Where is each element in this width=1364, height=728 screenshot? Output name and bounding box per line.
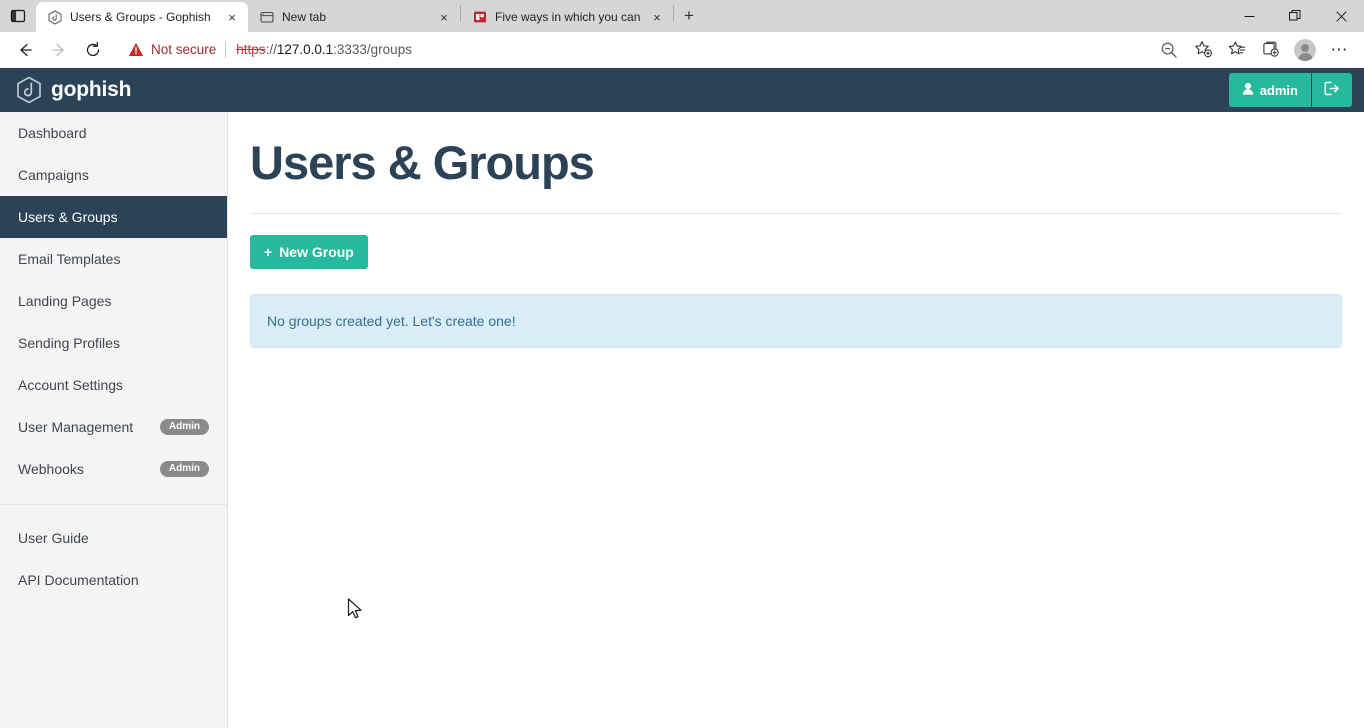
empty-state-alert: No groups created yet. Let's create one! [250, 294, 1342, 349]
tab-title: Five ways in which you can comb [495, 10, 641, 24]
sidebar-item-label: Users & Groups [18, 209, 118, 225]
admin-badge: Admin [159, 461, 209, 477]
sidebar-item-label: Webhooks [18, 461, 84, 477]
tab-strip: Users & Groups - Gophish × New tab × Fiv… [0, 0, 1364, 32]
sidebar-item-label: User Guide [18, 530, 89, 546]
forward-arrow-icon [42, 35, 76, 65]
user-controls: admin [1228, 73, 1352, 107]
browser-tab-powerpoint[interactable]: Five ways in which you can comb × [461, 2, 673, 32]
sidebar-item-sending-profiles[interactable]: Sending Profiles [0, 322, 227, 364]
security-status-label: Not secure [151, 42, 217, 57]
browser-tab-active[interactable]: Users & Groups - Gophish × [36, 2, 248, 32]
sidebar-item-users-groups[interactable]: Users & Groups [0, 196, 227, 238]
title-divider [250, 213, 1342, 215]
brand-logo[interactable]: gophish [16, 76, 131, 105]
sidebar-item-webhooks[interactable]: Webhooks Admin [0, 448, 227, 490]
sign-out-icon [1324, 81, 1340, 99]
page-viewport: gophish admin Dashboard Campaigns Users … [0, 68, 1364, 728]
new-group-button[interactable]: + New Group [250, 235, 368, 270]
warning-triangle-icon [128, 42, 144, 57]
window-restore-button[interactable] [1272, 0, 1318, 32]
sidebar-item-label: Email Templates [18, 251, 121, 267]
sidebar-item-campaigns[interactable]: Campaigns [0, 154, 227, 196]
logout-button[interactable] [1311, 73, 1352, 107]
address-bar[interactable]: Not secure https://127.0.0.1:3333/groups [116, 35, 1146, 64]
sidebar-item-user-guide[interactable]: User Guide [0, 517, 227, 559]
sidebar-item-email-templates[interactable]: Email Templates [0, 238, 227, 280]
sidebar-item-label: Campaigns [18, 167, 89, 183]
favorites-icon[interactable] [1220, 35, 1254, 65]
tab-title: New tab [282, 10, 327, 24]
window-close-button[interactable] [1318, 0, 1364, 32]
sidebar-divider [0, 504, 227, 505]
window-minimize-button[interactable] [1226, 0, 1272, 32]
add-favorite-icon[interactable] [1186, 35, 1220, 65]
tab-title: Users & Groups - Gophish [70, 10, 211, 24]
main-content: Users & Groups + New Group No groups cre… [228, 112, 1364, 728]
zoom-out-icon[interactable] [1152, 35, 1186, 65]
plus-icon: + [264, 244, 273, 261]
page-body: Dashboard Campaigns Users & Groups Email… [0, 112, 1364, 728]
browser-window: Users & Groups - Gophish × New tab × Fiv… [0, 0, 1364, 728]
sidebar-item-account-settings[interactable]: Account Settings [0, 364, 227, 406]
sidebar-item-dashboard[interactable]: Dashboard [0, 112, 227, 154]
url-path: :3333/groups [333, 42, 412, 57]
profile-avatar-icon[interactable] [1288, 35, 1322, 65]
back-arrow-icon[interactable] [8, 35, 42, 65]
sidebar-item-label: Landing Pages [18, 293, 112, 309]
sidebar: Dashboard Campaigns Users & Groups Email… [0, 112, 228, 728]
tab-close-icon[interactable]: × [223, 8, 241, 26]
sidebar-item-api-documentation[interactable]: API Documentation [0, 559, 227, 601]
powerpoint-icon [472, 9, 488, 25]
browser-toolbar: Not secure https://127.0.0.1:3333/groups [0, 32, 1364, 68]
tab-close-icon[interactable]: × [648, 8, 666, 26]
sidebar-item-label: Dashboard [18, 125, 87, 141]
collections-icon[interactable] [1254, 35, 1288, 65]
settings-more-icon[interactable]: ⋯ [1322, 35, 1356, 65]
brand-name: gophish [51, 78, 132, 101]
url-scheme: https [236, 42, 266, 57]
admin-user-label: admin [1259, 82, 1298, 98]
url-host: 127.0.0.1 [276, 42, 334, 57]
gophish-hexagon-logo-icon [16, 76, 42, 105]
sidebar-item-landing-pages[interactable]: Landing Pages [0, 280, 227, 322]
sidebar-item-label: API Documentation [18, 572, 139, 588]
sidebar-primary-nav: Dashboard Campaigns Users & Groups Email… [0, 112, 227, 490]
tab-sidebar-toggle-icon[interactable] [0, 0, 36, 32]
sidebar-item-label: Account Settings [18, 377, 124, 393]
sidebar-item-label: User Management [18, 419, 134, 435]
admin-badge: Admin [159, 419, 209, 435]
new-tab-icon [259, 9, 275, 25]
url-text: https://127.0.0.1:3333/groups [236, 42, 412, 57]
sidebar-footer-nav: User Guide API Documentation [0, 517, 227, 601]
sidebar-item-user-management[interactable]: User Management Admin [0, 406, 227, 448]
sidebar-item-label: Sending Profiles [18, 335, 120, 351]
tab-close-icon[interactable]: × [435, 8, 453, 26]
new-tab-button[interactable]: + [674, 2, 704, 30]
browser-tab-newtab[interactable]: New tab × [248, 2, 460, 32]
new-group-button-label: New Group [279, 244, 354, 261]
page-title: Users & Groups [250, 136, 595, 189]
user-icon [1242, 82, 1254, 98]
reload-icon[interactable] [76, 35, 110, 65]
gophish-hexagon-icon [47, 9, 63, 25]
url-separator: :// [265, 42, 277, 57]
admin-user-button[interactable]: admin [1228, 73, 1311, 107]
app-header: gophish admin [0, 68, 1364, 112]
omnibox-divider [225, 41, 227, 58]
window-controls [1226, 0, 1364, 32]
